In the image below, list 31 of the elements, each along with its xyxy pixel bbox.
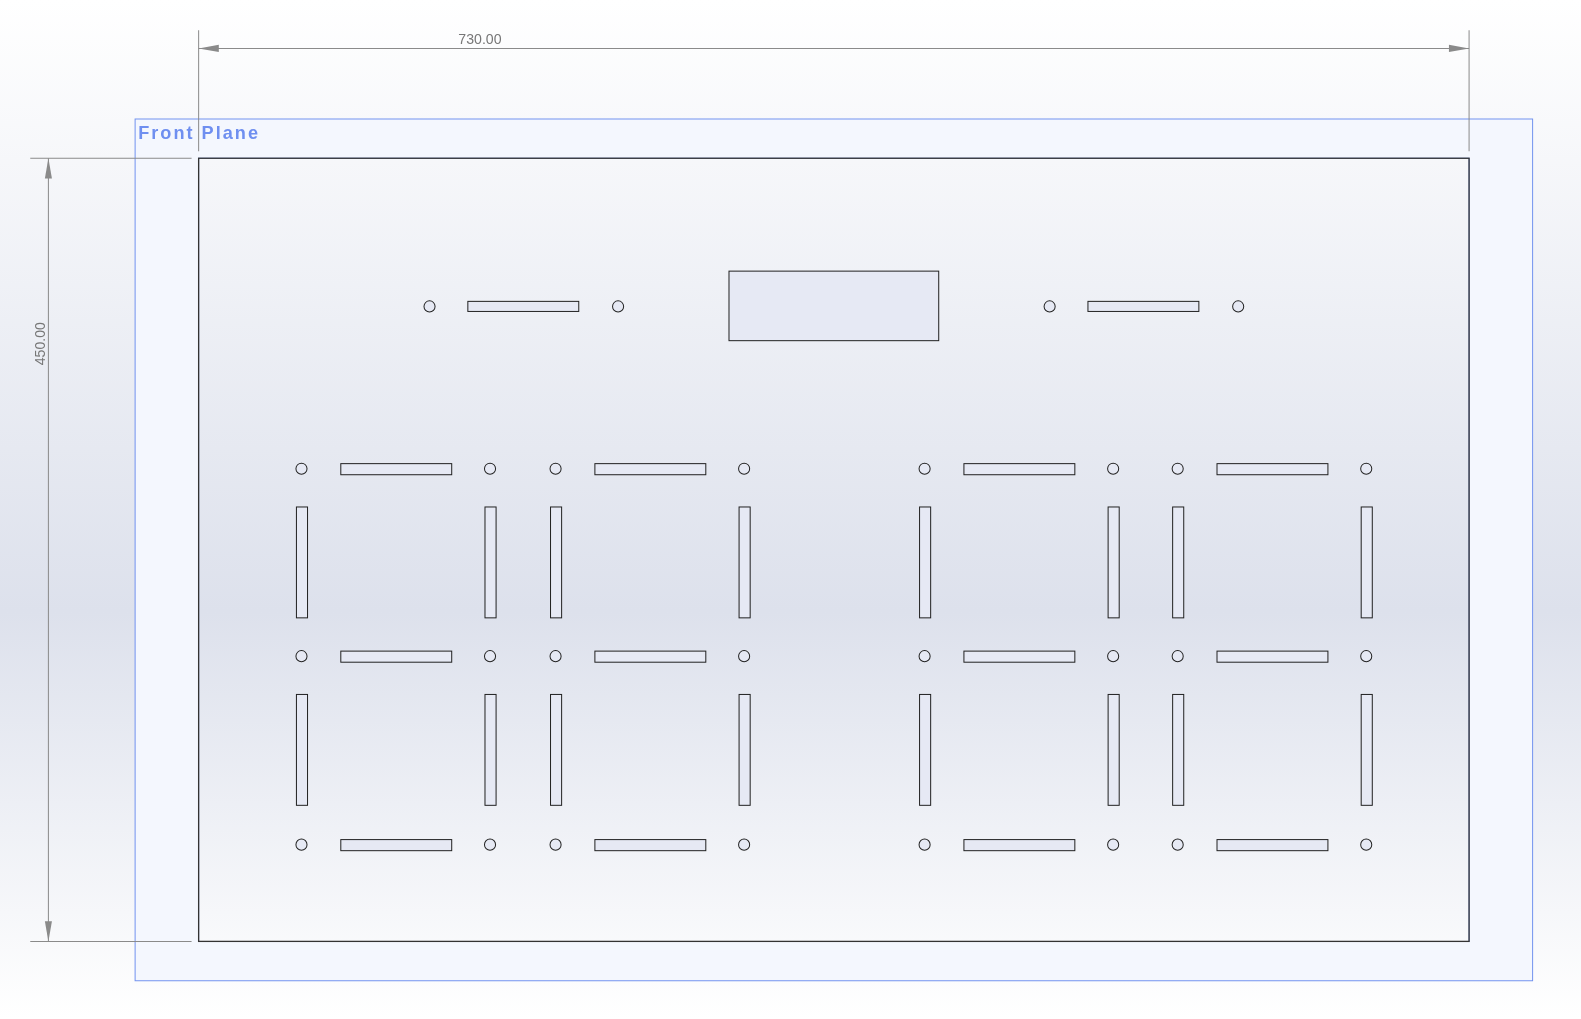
mounting-hole <box>1171 462 1184 475</box>
plane-label: Front Plane <box>138 123 261 144</box>
mounting-hole <box>295 650 308 663</box>
mounting-hole <box>738 838 751 851</box>
mounting-hole <box>483 838 497 851</box>
mounting-hole <box>1043 300 1056 313</box>
mounting-hole <box>1232 300 1245 313</box>
mounting-hole <box>1360 650 1373 663</box>
mounting-hole <box>483 462 497 475</box>
mounting-hole <box>295 462 308 475</box>
mounting-hole <box>1107 650 1120 663</box>
mounting-hole <box>1107 838 1120 851</box>
mounting-hole <box>918 838 931 851</box>
mounting-hole <box>549 838 562 851</box>
mounting-hole <box>483 650 497 663</box>
mounting-hole <box>1107 462 1120 475</box>
mounting-hole <box>549 650 562 663</box>
mounting-hole <box>423 300 436 313</box>
mounting-hole <box>918 650 931 663</box>
mounting-hole <box>1171 650 1184 663</box>
mounting-hole <box>612 300 625 313</box>
mounting-hole <box>1171 838 1184 851</box>
mounting-hole <box>738 462 751 475</box>
mounting-hole <box>1360 838 1373 851</box>
mounting-hole <box>738 650 751 663</box>
mounting-hole <box>295 838 308 851</box>
dimension-value: 450.00 <box>32 322 49 366</box>
mounting-hole <box>918 462 931 475</box>
dimension-value: 730.00 <box>458 31 502 48</box>
mounting-hole <box>1360 462 1373 475</box>
mounting-hole <box>549 462 562 475</box>
